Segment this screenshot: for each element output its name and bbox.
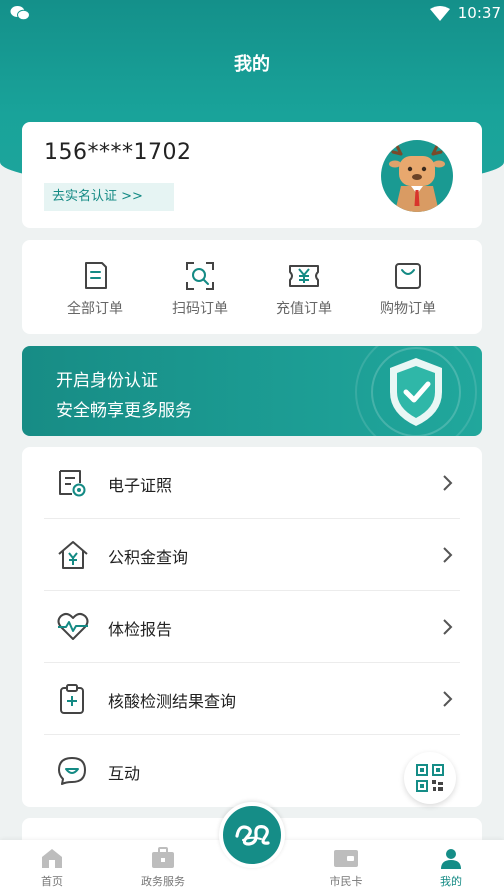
- menu-label: 电子证照: [108, 476, 173, 495]
- order-label: 充值订单: [276, 301, 332, 317]
- tab-mine[interactable]: 我的: [406, 846, 496, 889]
- ticket-yuan-icon: [289, 265, 319, 287]
- shield-check-icon: [355, 346, 477, 436]
- wifi-icon: [430, 6, 450, 21]
- briefcase-icon: [152, 847, 174, 868]
- chevron-right-icon: [443, 547, 453, 563]
- order-label: 购物订单: [380, 301, 436, 317]
- deer-avatar-icon: [389, 144, 445, 212]
- tab-label: 首页: [41, 875, 63, 888]
- tab-label: 政务服务: [141, 875, 185, 888]
- menu-item-interaction[interactable]: 互动: [44, 735, 460, 807]
- logo-icon: [235, 825, 270, 846]
- qr-code-button[interactable]: [404, 752, 456, 804]
- shopping-orders-button[interactable]: 购物订单: [363, 260, 453, 318]
- wechat-icon: [10, 6, 30, 21]
- tab-label: 市民卡: [329, 875, 363, 888]
- banner-title: 开启身份认证: [56, 371, 158, 391]
- menu-item-e-license[interactable]: 电子证照: [44, 447, 460, 519]
- all-orders-button[interactable]: 全部订单: [50, 260, 140, 318]
- profile-card: 156****1702 去实名认证 >>: [22, 122, 482, 228]
- certificate-icon: [59, 470, 86, 497]
- orders-card: 全部订单 扫码订单 充值订单 购物订单: [22, 240, 482, 334]
- verify-identity-link[interactable]: 去实名认证 >>: [44, 183, 174, 211]
- scan-orders-button[interactable]: 扫码订单: [155, 260, 245, 318]
- page-title: 我的: [234, 54, 270, 75]
- chat-smile-icon: [58, 757, 86, 785]
- tab-citizen-card[interactable]: 市民卡: [301, 846, 391, 889]
- status-bar: 10:37: [0, 0, 504, 28]
- services-menu-card: 电子证照 公积金查询 体检报告 核酸检测结果查询 互动: [22, 447, 482, 807]
- chevron-right-icon: [443, 475, 453, 491]
- clipboard-plus-icon: [60, 684, 84, 714]
- identity-verify-banner[interactable]: 开启身份认证 安全畅享更多服务: [22, 346, 482, 436]
- phone-number: 156****1702: [44, 140, 192, 165]
- chevron-right-icon: [443, 619, 453, 635]
- home-icon: [42, 849, 62, 868]
- status-time: 10:37: [457, 4, 501, 22]
- user-icon: [441, 849, 461, 869]
- recharge-orders-button[interactable]: 充值订单: [259, 260, 349, 318]
- menu-item-nucleic-acid-test[interactable]: 核酸检测结果查询: [44, 663, 460, 735]
- tab-gov-services[interactable]: 政务服务: [118, 846, 208, 889]
- chevron-right-icon: [443, 691, 453, 707]
- house-yuan-icon: [58, 541, 88, 569]
- avatar[interactable]: [381, 140, 453, 212]
- menu-label: 体检报告: [108, 620, 173, 639]
- tab-home[interactable]: 首页: [7, 846, 97, 889]
- order-label: 全部订单: [67, 301, 123, 317]
- menu-item-housing-fund[interactable]: 公积金查询: [44, 519, 460, 591]
- center-action-button[interactable]: [219, 802, 285, 868]
- shopping-bag-icon: [395, 263, 421, 289]
- menu-label: 核酸检测结果查询: [108, 692, 237, 711]
- menu-item-health-report[interactable]: 体检报告: [44, 591, 460, 663]
- menu-label: 公积金查询: [108, 548, 189, 567]
- tab-label: 我的: [440, 875, 462, 888]
- scan-search-icon: [186, 262, 214, 290]
- menu-label: 互动: [108, 764, 141, 783]
- document-icon: [85, 262, 107, 289]
- qr-code-icon: [416, 764, 444, 792]
- banner-subtitle: 安全畅享更多服务: [56, 401, 192, 421]
- order-label: 扫码订单: [172, 301, 228, 317]
- card-icon: [334, 850, 358, 867]
- heart-pulse-icon: [57, 612, 89, 640]
